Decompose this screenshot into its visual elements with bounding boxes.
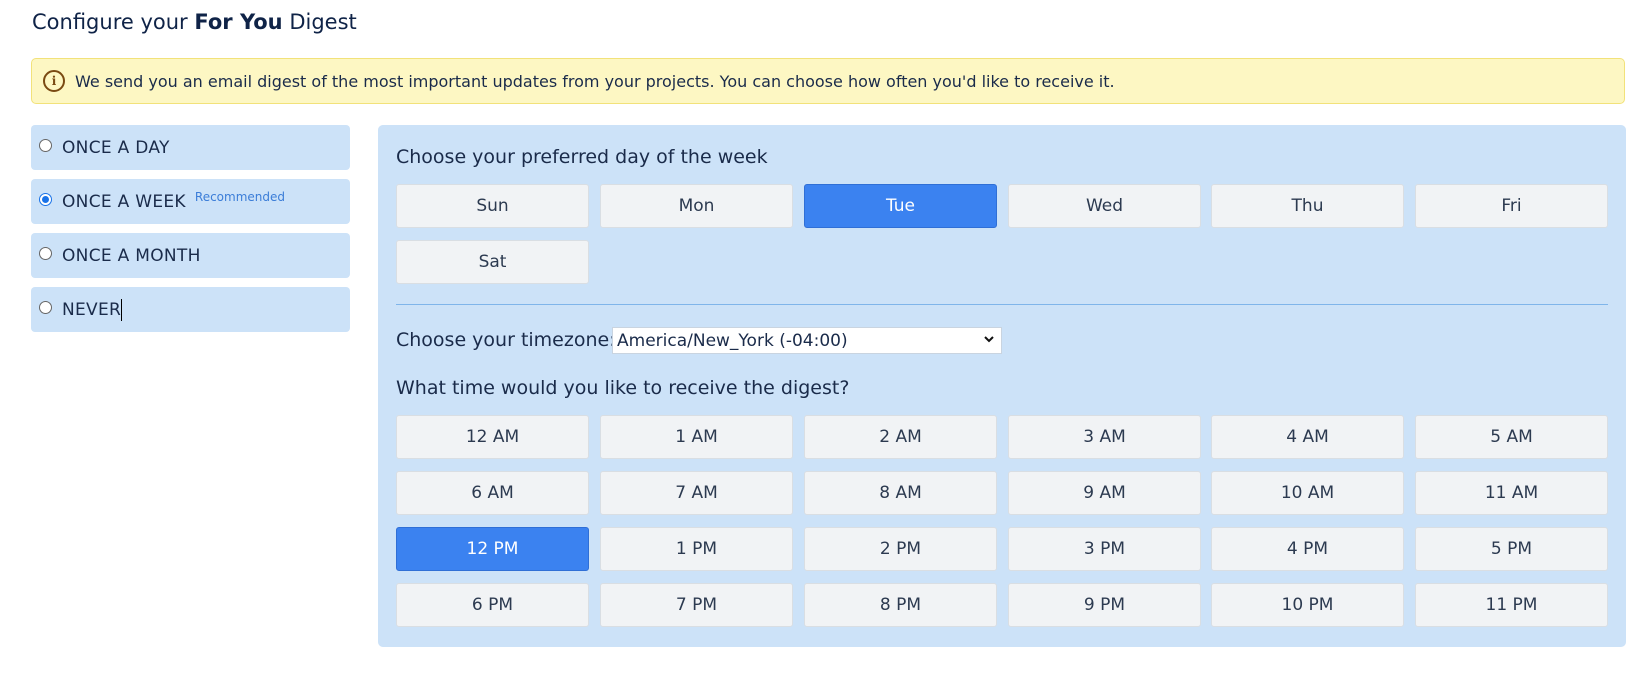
chevron-down-icon — [984, 336, 994, 343]
time-button-10-pm[interactable]: 10 PM — [1211, 583, 1404, 627]
time-button-3-am[interactable]: 3 AM — [1008, 415, 1201, 459]
frequency-option-once-a-month[interactable]: ONCE A MONTH — [31, 233, 350, 278]
schedule-panel: Choose your preferred day of the week Ch… — [378, 125, 1626, 647]
title-suffix: Digest — [289, 10, 357, 34]
text-cursor — [121, 298, 123, 321]
time-button-7-pm[interactable]: 7 PM — [600, 583, 793, 627]
radio-once-a-day[interactable] — [39, 139, 52, 152]
frequency-option-once-a-day[interactable]: ONCE A DAY — [31, 125, 350, 170]
frequency-label: NEVER — [62, 299, 122, 320]
timezone-value: America/New_York (-04:00) — [617, 330, 848, 351]
day-button-fri[interactable]: Fri — [1415, 184, 1608, 228]
frequency-label: ONCE A MONTH — [62, 245, 201, 266]
frequency-option-once-a-week[interactable]: ONCE A WEEK Recommended — [31, 179, 350, 224]
radio-once-a-month[interactable] — [39, 247, 52, 260]
time-button-3-pm[interactable]: 3 PM — [1008, 527, 1201, 571]
time-button-4-pm[interactable]: 4 PM — [1211, 527, 1404, 571]
info-notice: i We send you an email digest of the mos… — [31, 58, 1625, 104]
frequency-options: ONCE A DAY ONCE A WEEK Recommended ONCE … — [31, 125, 350, 341]
time-button-10-am[interactable]: 10 AM — [1211, 471, 1404, 515]
time-button-11-pm[interactable]: 11 PM — [1415, 583, 1608, 627]
time-button-9-am[interactable]: 9 AM — [1008, 471, 1201, 515]
frequency-option-never[interactable]: NEVER — [31, 287, 350, 332]
time-button-6-am[interactable]: 6 AM — [396, 471, 589, 515]
time-button-12-am[interactable]: 12 AM — [396, 415, 589, 459]
timezone-label: Choose your timezone: — [396, 329, 616, 351]
notice-text: We send you an email digest of the most … — [75, 71, 1115, 91]
frequency-label: ONCE A WEEK — [62, 191, 186, 212]
time-button-1-am[interactable]: 1 AM — [600, 415, 793, 459]
info-icon: i — [43, 70, 65, 92]
day-button-wed[interactable]: Wed — [1008, 184, 1201, 228]
day-button-sun[interactable]: Sun — [396, 184, 589, 228]
time-button-11-am[interactable]: 11 AM — [1415, 471, 1608, 515]
page-title: Configure your For You Digest — [32, 10, 357, 34]
frequency-label: ONCE A DAY — [62, 137, 170, 158]
time-button-2-am[interactable]: 2 AM — [804, 415, 997, 459]
day-button-sat[interactable]: Sat — [396, 240, 589, 284]
day-section-label: Choose your preferred day of the week — [396, 146, 768, 168]
title-bold: For You — [194, 10, 283, 34]
timezone-select[interactable]: America/New_York (-04:00) — [612, 327, 1002, 354]
time-button-12-pm[interactable]: 12 PM — [396, 527, 589, 571]
time-button-4-am[interactable]: 4 AM — [1211, 415, 1404, 459]
time-button-5-pm[interactable]: 5 PM — [1415, 527, 1608, 571]
day-button-thu[interactable]: Thu — [1211, 184, 1404, 228]
title-prefix: Configure your — [32, 10, 188, 34]
time-button-5-am[interactable]: 5 AM — [1415, 415, 1608, 459]
recommended-badge: Recommended — [194, 189, 285, 204]
time-section-label: What time would you like to receive the … — [396, 377, 850, 399]
time-button-2-pm[interactable]: 2 PM — [804, 527, 997, 571]
time-button-1-pm[interactable]: 1 PM — [600, 527, 793, 571]
time-button-8-pm[interactable]: 8 PM — [804, 583, 997, 627]
day-button-tue[interactable]: Tue — [804, 184, 997, 228]
radio-once-a-week[interactable] — [39, 193, 52, 206]
time-button-8-am[interactable]: 8 AM — [804, 471, 997, 515]
section-divider — [396, 304, 1608, 305]
time-button-7-am[interactable]: 7 AM — [600, 471, 793, 515]
digest-settings-page: Configure your For You Digest i We send … — [0, 0, 1650, 678]
time-button-6-pm[interactable]: 6 PM — [396, 583, 589, 627]
day-button-mon[interactable]: Mon — [600, 184, 793, 228]
time-button-9-pm[interactable]: 9 PM — [1008, 583, 1201, 627]
radio-never[interactable] — [39, 301, 52, 314]
